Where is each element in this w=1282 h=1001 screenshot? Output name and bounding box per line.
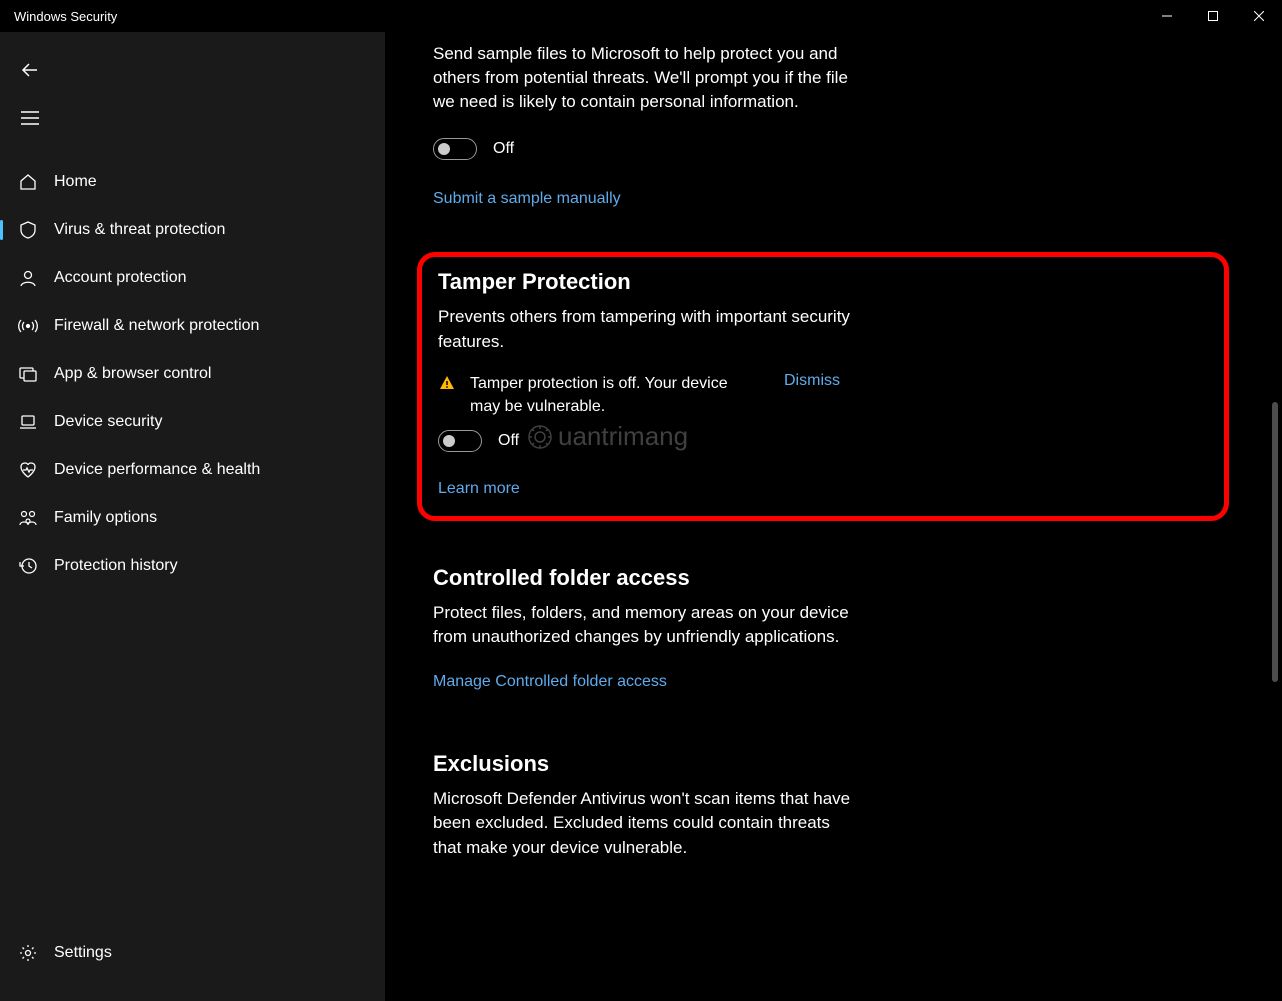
sidebar-item-history[interactable]: Protection history <box>0 542 385 590</box>
toggle-label: Off <box>498 432 519 450</box>
sidebar-item-account[interactable]: Account protection <box>0 254 385 302</box>
warning-text: Tamper protection is off. Your device ma… <box>470 372 730 418</box>
manage-folder-access-link[interactable]: Manage Controlled folder access <box>433 673 667 691</box>
home-icon <box>18 172 38 192</box>
section-description: Send sample files to Microsoft to help p… <box>433 42 853 114</box>
antenna-icon <box>18 316 38 336</box>
sidebar-item-label: Device performance & health <box>54 461 260 479</box>
section-heading: Exclusions <box>433 751 1242 777</box>
sidebar-item-label: Family options <box>54 509 157 527</box>
scrollbar-thumb[interactable] <box>1272 402 1278 682</box>
sidebar-item-label: App & browser control <box>54 365 211 383</box>
sidebar-item-label: Settings <box>54 944 112 962</box>
scrollbar[interactable] <box>1270 42 1278 991</box>
warning-icon <box>438 374 456 397</box>
tamper-protection-toggle[interactable] <box>438 430 482 452</box>
heart-icon <box>18 460 38 480</box>
family-icon <box>18 508 38 528</box>
section-heading: Tamper Protection <box>438 269 1208 295</box>
window-title: Windows Security <box>14 9 117 24</box>
history-icon <box>18 556 38 576</box>
sidebar-item-virus[interactable]: Virus & threat protection <box>0 206 385 254</box>
person-icon <box>18 268 38 288</box>
sidebar-item-label: Virus & threat protection <box>54 221 225 239</box>
maximize-button[interactable] <box>1190 0 1236 32</box>
sidebar-item-label: Home <box>54 173 97 191</box>
sidebar-item-firewall[interactable]: Firewall & network protection <box>0 302 385 350</box>
section-description: Prevents others from tampering with impo… <box>438 305 858 353</box>
section-sample-submission: Send sample files to Microsoft to help p… <box>385 32 1282 228</box>
content: Send sample files to Microsoft to help p… <box>385 32 1282 1001</box>
titlebar: Windows Security <box>0 0 1282 32</box>
sidebar-item-home[interactable]: Home <box>0 158 385 206</box>
nav-list: Home Virus & threat protection Account p… <box>0 158 385 929</box>
sidebar: Home Virus & threat protection Account p… <box>0 32 385 1001</box>
app-icon <box>18 364 38 384</box>
hamburger-button[interactable] <box>6 98 54 138</box>
toggle-label: Off <box>493 140 514 158</box>
sample-submission-toggle[interactable] <box>433 138 477 160</box>
sidebar-item-label: Account protection <box>54 269 187 287</box>
sidebar-item-family[interactable]: Family options <box>0 494 385 542</box>
back-button[interactable] <box>6 50 54 90</box>
dismiss-link[interactable]: Dismiss <box>784 372 840 390</box>
section-controlled-folder: Controlled folder access Protect files, … <box>385 545 1282 721</box>
learn-more-link[interactable]: Learn more <box>438 480 520 498</box>
shield-icon <box>18 220 38 240</box>
sidebar-item-label: Protection history <box>54 557 178 575</box>
window-controls <box>1144 0 1282 32</box>
minimize-button[interactable] <box>1144 0 1190 32</box>
close-button[interactable] <box>1236 0 1282 32</box>
sidebar-item-label: Device security <box>54 413 162 431</box>
sidebar-item-label: Firewall & network protection <box>54 317 259 335</box>
submit-sample-link[interactable]: Submit a sample manually <box>433 190 621 208</box>
laptop-icon <box>18 412 38 432</box>
section-description: Protect files, folders, and memory areas… <box>433 601 853 649</box>
section-heading: Controlled folder access <box>433 565 1242 591</box>
section-description: Microsoft Defender Antivirus won't scan … <box>433 787 853 859</box>
sidebar-item-device-security[interactable]: Device security <box>0 398 385 446</box>
tamper-protection-highlight: Tamper Protection Prevents others from t… <box>417 252 1229 521</box>
sidebar-item-app-browser[interactable]: App & browser control <box>0 350 385 398</box>
sidebar-item-settings[interactable]: Settings <box>0 929 385 977</box>
sidebar-item-performance[interactable]: Device performance & health <box>0 446 385 494</box>
gear-icon <box>18 943 38 963</box>
section-exclusions: Exclusions Microsoft Defender Antivirus … <box>385 721 1282 889</box>
